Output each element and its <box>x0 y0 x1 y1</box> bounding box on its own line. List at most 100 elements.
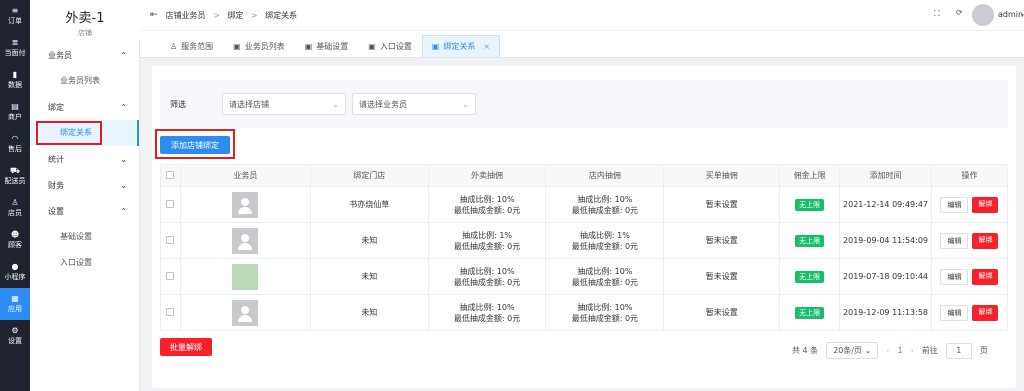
chevron-down-icon[interactable]: ⌄ <box>1019 9 1024 18</box>
rail-item[interactable]: ● 小程序 <box>0 256 30 288</box>
batch-unbind-button[interactable]: 批量解绑 <box>160 338 212 356</box>
row-checkbox[interactable] <box>166 235 175 244</box>
rail-item-label: 小程序 <box>4 273 26 281</box>
chevron-down-icon: ⌄ <box>864 346 872 355</box>
goto-page-input[interactable]: 1 <box>945 342 972 359</box>
sidebar-item-basic-settings[interactable]: 基础设置 <box>30 224 139 250</box>
rail-item[interactable]: ▤ 商户 <box>0 96 30 128</box>
collapse-menu-icon[interactable]: ⇤ <box>150 10 158 20</box>
rail-item[interactable]: ⚙ 设置 <box>0 320 30 352</box>
staff-select[interactable]: 请选择业务员 ⌄ <box>352 93 476 115</box>
tab-staff-list[interactable]: ▣ 业务员列表 <box>223 35 295 57</box>
cell-text: 暂未设置 <box>663 258 781 295</box>
shop-select[interactable]: 请选择店铺 ⌄ <box>222 93 346 115</box>
sidebar-group-stats[interactable]: 统计 ⌄ <box>30 146 139 172</box>
row-checkbox[interactable] <box>166 307 175 316</box>
bind-table: 业务员 绑定门店 外卖抽佣 店内抽佣 买单抽佣 佣金上限 添加时间 操作 书亦烧… <box>160 164 1009 331</box>
filter-bar: 筛选 请选择店铺 ⌄ 请选择业务员 ⌄ <box>160 80 1008 128</box>
prev-page-icon[interactable]: ‹ <box>886 346 889 355</box>
cell-time: 2019-07-18 09:10:44 <box>839 258 932 295</box>
cell-text: 抽成比例: 10% <box>459 194 515 204</box>
cell-time: 2019-12-09 11:13:58 <box>839 294 932 331</box>
select-all-checkbox[interactable] <box>166 170 175 179</box>
truck-icon: ⛟ <box>9 166 21 175</box>
unbind-button[interactable]: 解绑 <box>972 196 999 213</box>
cell-text: 抽成比例: 10% <box>577 266 633 276</box>
customer-icon: ☻ <box>10 230 20 239</box>
pagination: 共 4 条 20条/页 ⌄ ‹ 1 › 前往 1 页 <box>792 342 988 359</box>
page-tabs: ♙ 服务范围 ▣ 业务员列表 ▣ 基础设置 ▣ 入口设置 ▣ 绑定关系 × <box>140 30 1024 58</box>
unbind-button[interactable]: 解绑 <box>972 232 999 249</box>
avatar[interactable] <box>972 4 994 26</box>
page-size-select[interactable]: 20条/页 ⌄ <box>826 342 879 359</box>
filter-label: 筛选 <box>170 99 186 109</box>
unbind-button[interactable]: 解绑 <box>972 304 999 321</box>
table-row: 未知 抽成比例: 10% 最低抽成金额: 0元 抽成比例: 10% 最低抽成金额: 0元… <box>160 258 1009 295</box>
breadcrumb-item[interactable]: 绑定 <box>227 11 243 20</box>
tab-bind-relation[interactable]: ▣ 绑定关系 × <box>421 35 501 57</box>
rail-item[interactable]: ♙ 店员 <box>0 192 30 224</box>
row-checkbox[interactable] <box>166 199 175 208</box>
chevron-down-icon: ⌄ <box>332 99 339 109</box>
rail-item[interactable]: ≡ 订单 <box>0 0 30 32</box>
tab-service-range[interactable]: ♙ 服务范围 <box>160 35 223 57</box>
cell-store: 未知 <box>309 294 429 331</box>
sidebar-group-finance[interactable]: 财务 ⌄ <box>30 172 139 198</box>
rail-item[interactable]: ◠ 售后 <box>0 128 30 160</box>
sidebar-item-bind-relation[interactable]: 绑定关系 <box>30 120 139 146</box>
sidebar-item-entry-settings[interactable]: 入口设置 <box>30 250 139 276</box>
rail-item[interactable]: ⛟ 配送员 <box>0 160 30 192</box>
rail-item[interactable]: ≣ 当面付 <box>0 32 30 64</box>
edit-button[interactable]: 编辑 <box>940 304 969 321</box>
breadcrumb-item: 绑定关系 <box>265 10 298 20</box>
cell-text: 暂未设置 <box>663 294 781 331</box>
chevron-up-icon: ⌃ <box>120 206 127 216</box>
menu-icon: ≣ <box>11 38 19 47</box>
chevron-down-icon: ⌄ <box>120 180 127 190</box>
user-icon: ♙ <box>170 41 178 51</box>
cell-text: 最低抽成金额: 0元 <box>571 241 639 251</box>
content-card: 筛选 请选择店铺 ⌄ 请选择业务员 ⌄ 添加店铺绑定 业务员 绑定门店 外卖抽佣… <box>152 66 1016 388</box>
cell-text: 抽成比例: 10% <box>459 302 515 312</box>
close-icon[interactable]: × <box>483 42 490 51</box>
col-header: 绑定门店 <box>309 164 429 187</box>
rail-item-label: 当面付 <box>4 49 26 57</box>
rail-item-label: 顾客 <box>8 241 22 249</box>
cell-text: 抽成比例: 10% <box>577 302 633 312</box>
avatar <box>232 263 259 290</box>
table-row: 未知 抽成比例: 10% 最低抽成金额: 0元 抽成比例: 10% 最低抽成金额: 0元… <box>160 294 1009 331</box>
sidebar-item-staff-list[interactable]: 业务员列表 <box>30 68 139 94</box>
edit-button[interactable]: 编辑 <box>940 196 969 213</box>
page-unit: 页 <box>979 346 988 355</box>
rail-item[interactable]: ▦ 应用 <box>0 288 30 320</box>
refresh-icon[interactable]: ⟳ <box>956 8 963 17</box>
sidebar-group-settings[interactable]: 设置 ⌃ <box>30 198 139 224</box>
shop-name: 外卖-1 <box>65 11 105 26</box>
cell-text: 抽成比例: 10% <box>577 194 633 204</box>
sub-sidebar: 业务员 ⌃ 业务员列表 绑定 ⌃ 绑定关系 统计 ⌄ 财务 ⌄ 设置 ⌃ 基础设置 入口设… <box>30 40 140 391</box>
cell-text: 抽成比例: 1% <box>462 230 513 240</box>
cell-text: 最低抽成金额: 0元 <box>453 277 521 287</box>
unbind-button[interactable]: 解绑 <box>972 268 999 285</box>
cell-text: 抽成比例: 1% <box>579 230 630 240</box>
chevron-down-icon: ⌄ <box>462 99 469 109</box>
breadcrumb: 店铺业务员 > 绑定 > 绑定关系 <box>165 10 298 20</box>
sidebar-group-staff[interactable]: 业务员 ⌃ <box>30 42 139 68</box>
cell-store: 书亦烧仙草 <box>309 186 429 223</box>
user-icon: ♙ <box>11 198 19 207</box>
rail-item[interactable]: ☻ 顾客 <box>0 224 30 256</box>
fullscreen-icon[interactable]: ⛶ <box>934 9 940 19</box>
edit-button[interactable]: 编辑 <box>940 232 969 249</box>
rail-item[interactable]: ▮ 数据 <box>0 64 30 96</box>
status-badge: 无上限 <box>795 306 825 319</box>
chart-icon: ▮ <box>12 70 18 79</box>
next-page-icon[interactable]: › <box>911 346 914 355</box>
doc-icon: ▣ <box>431 42 440 51</box>
edit-button[interactable]: 编辑 <box>940 268 969 285</box>
breadcrumb-item[interactable]: 店铺业务员 <box>166 11 206 20</box>
row-checkbox[interactable] <box>166 271 175 280</box>
page-number[interactable]: 1 <box>898 346 903 355</box>
tab-basic-settings[interactable]: ▣ 基础设置 <box>295 35 359 57</box>
tab-entry-settings[interactable]: ▣ 入口设置 <box>358 35 422 57</box>
sidebar-group-bind[interactable]: 绑定 ⌃ <box>30 94 139 120</box>
